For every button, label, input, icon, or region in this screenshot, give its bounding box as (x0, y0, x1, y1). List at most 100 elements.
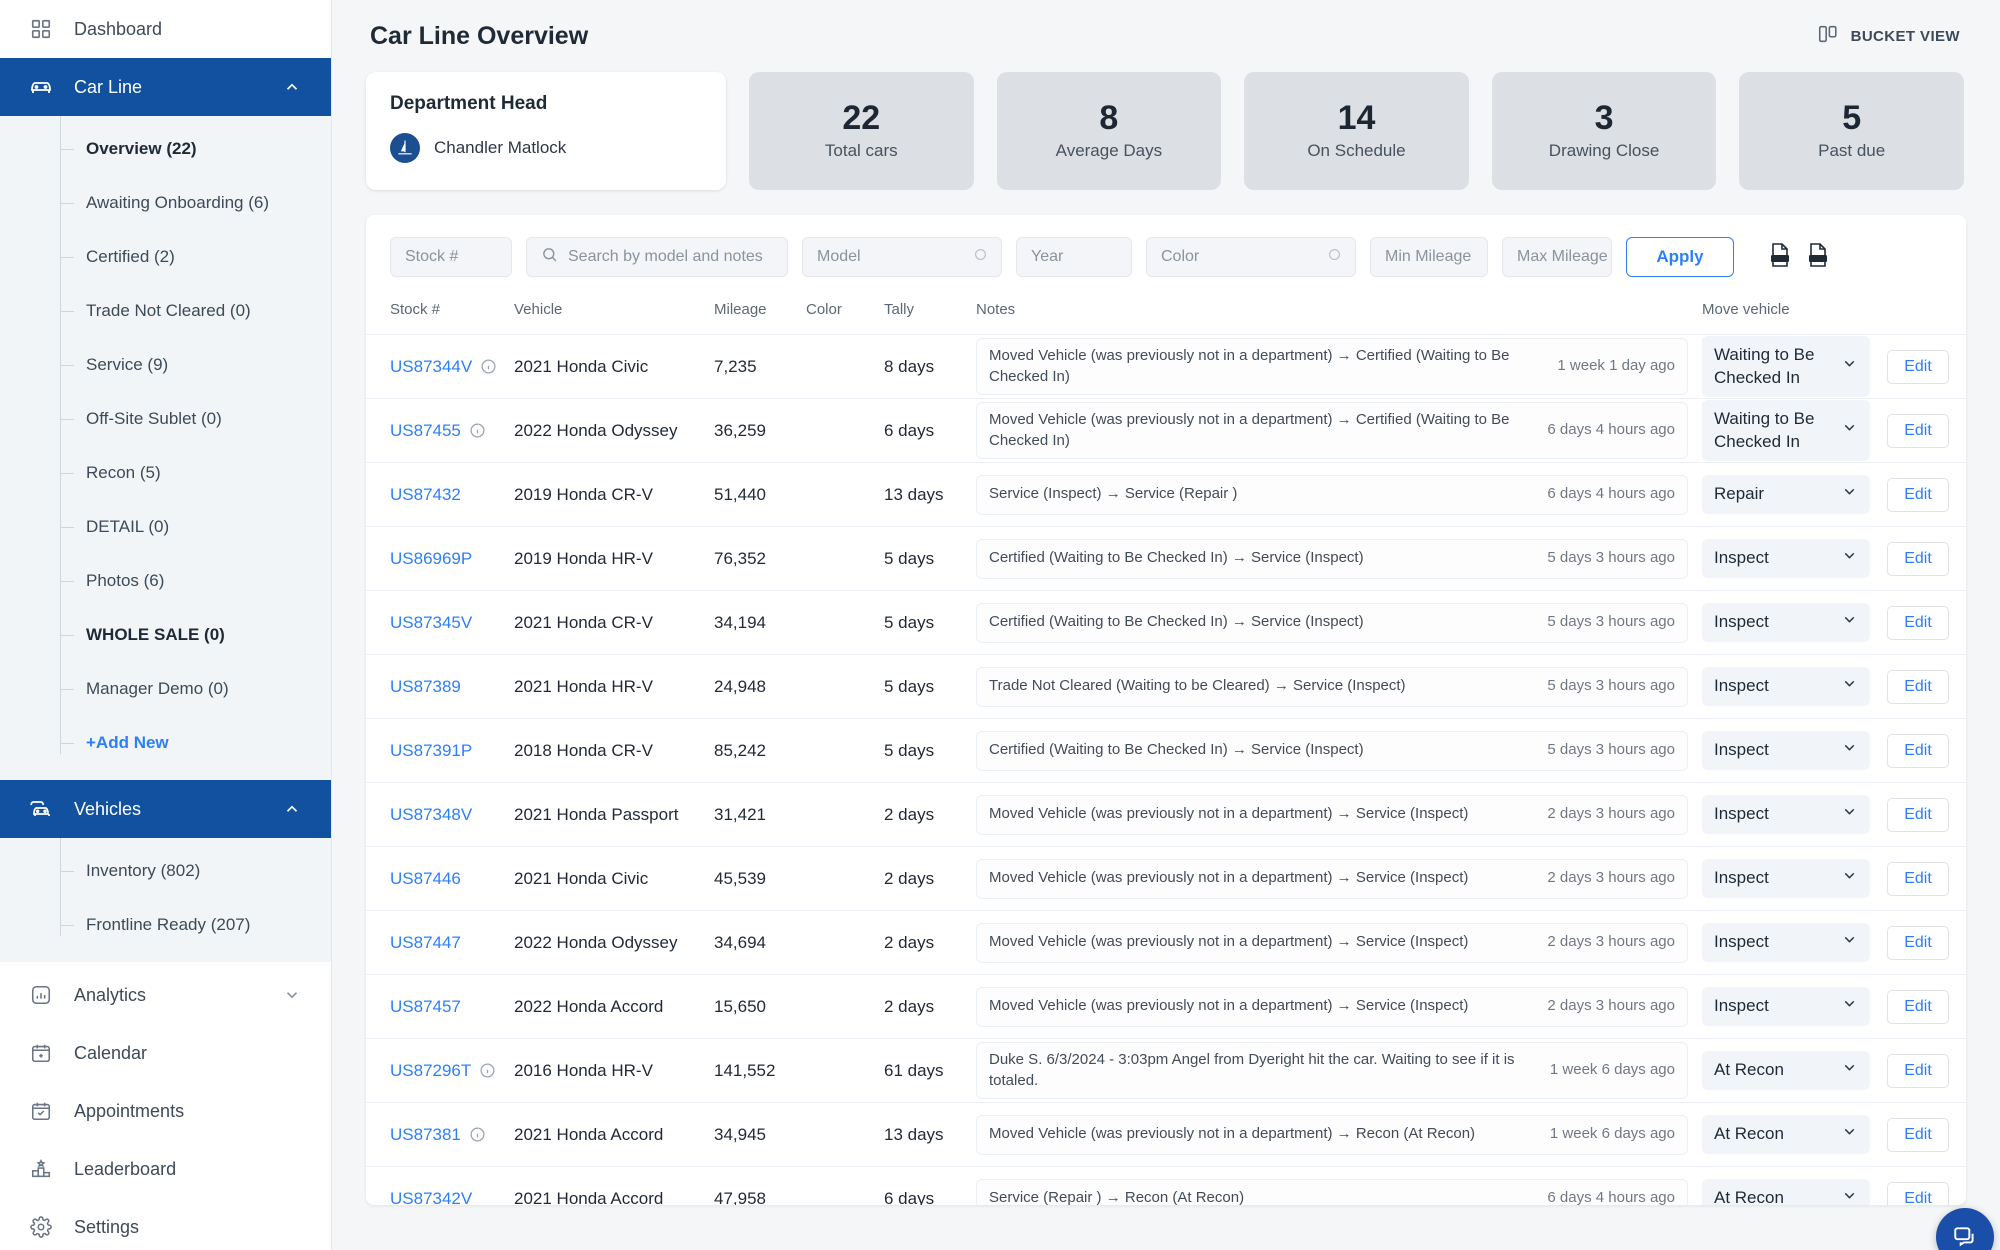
stock-link[interactable]: US87457 (390, 997, 461, 1017)
edit-button[interactable]: Edit (1887, 605, 1949, 640)
cell-move-vehicle: Inspect (1702, 655, 1870, 719)
info-icon[interactable] (469, 1126, 486, 1143)
min-mileage-input[interactable]: Min Mileage (1370, 237, 1488, 277)
column-header-mileage[interactable]: Mileage (714, 295, 806, 335)
sidebar-subitem[interactable]: Overview (22) (0, 122, 331, 176)
edit-button[interactable]: Edit (1887, 541, 1949, 576)
stock-link[interactable]: US87432 (390, 485, 461, 505)
sidebar-subitem[interactable]: Frontline Ready (207) (0, 898, 331, 952)
sidebar-subitem-label: Overview (22) (86, 139, 197, 158)
sidebar-add-new-link[interactable]: +Add New (0, 716, 331, 770)
column-header-notes[interactable]: Notes (976, 295, 1702, 335)
move-vehicle-select[interactable]: Inspect (1702, 602, 1870, 643)
stat-card[interactable]: 14 On Schedule (1244, 72, 1469, 190)
edit-button[interactable]: Edit (1887, 989, 1949, 1024)
move-vehicle-select[interactable]: Inspect (1702, 666, 1870, 707)
edit-button[interactable]: Edit (1887, 477, 1949, 512)
stat-card[interactable]: 5 Past due (1739, 72, 1964, 190)
move-vehicle-select[interactable]: At Recon (1702, 1050, 1870, 1091)
stock-number-input[interactable]: Stock # (390, 237, 512, 277)
chevron-down-icon[interactable] (281, 984, 303, 1006)
sidebar-item-leaderboard[interactable]: Leaderboard (0, 1140, 331, 1198)
move-vehicle-select[interactable]: At Recon (1702, 1178, 1870, 1205)
csv-export-icon[interactable]: CSV (1806, 242, 1830, 273)
move-vehicle-select[interactable]: Waiting to Be Checked In (1702, 400, 1870, 461)
cell-stock: US87381 (366, 1103, 514, 1167)
edit-button[interactable]: Edit (1887, 925, 1949, 960)
move-vehicle-select[interactable]: At Recon (1702, 1114, 1870, 1155)
pdf-export-icon[interactable]: PDF (1768, 242, 1792, 273)
stock-link[interactable]: US87391P (390, 741, 472, 761)
table-row: US87446 2021 Honda Civic 45,539 2 days Moved… (366, 847, 1966, 911)
sidebar-subitem[interactable]: Photos (6) (0, 554, 331, 608)
edit-button[interactable]: Edit (1887, 1181, 1949, 1205)
column-header-tally[interactable]: Tally (884, 295, 976, 335)
move-vehicle-select[interactable]: Inspect (1702, 794, 1870, 835)
stock-link[interactable]: US86969P (390, 549, 472, 569)
info-icon[interactable] (469, 422, 486, 439)
info-icon[interactable] (480, 358, 497, 375)
sidebar-item-car-line[interactable]: Car Line (0, 58, 331, 116)
edit-button[interactable]: Edit (1887, 1117, 1949, 1152)
edit-button[interactable]: Edit (1887, 413, 1949, 448)
column-header-stock[interactable]: Stock # (366, 295, 514, 335)
edit-button[interactable]: Edit (1887, 797, 1949, 832)
move-vehicle-select[interactable]: Waiting to Be Checked In (1702, 336, 1870, 397)
sidebar-item-analytics[interactable]: Analytics (0, 966, 331, 1024)
stock-link[interactable]: US87446 (390, 869, 461, 889)
stock-link[interactable]: US87345V (390, 613, 472, 633)
sidebar-subitem[interactable]: Service (9) (0, 338, 331, 392)
search-icon (541, 246, 558, 268)
edit-button[interactable]: Edit (1887, 733, 1949, 768)
edit-button[interactable]: Edit (1887, 1053, 1949, 1088)
bucket-view-toggle[interactable]: BUCKET VIEW (1817, 23, 1960, 49)
stock-link[interactable]: US87348V (390, 805, 472, 825)
stock-link[interactable]: US87342V (390, 1189, 472, 1206)
move-vehicle-select[interactable]: Inspect (1702, 922, 1870, 963)
stock-link[interactable]: US87447 (390, 933, 461, 953)
move-vehicle-select[interactable]: Inspect (1702, 986, 1870, 1027)
chevron-up-icon[interactable] (281, 798, 303, 820)
sidebar-subitem[interactable]: Recon (5) (0, 446, 331, 500)
edit-button[interactable]: Edit (1887, 669, 1949, 704)
sidebar-subitem[interactable]: Trade Not Cleared (0) (0, 284, 331, 338)
sidebar-item-calendar[interactable]: Calendar (0, 1024, 331, 1082)
sidebar-item-vehicles[interactable]: Vehicles (0, 780, 331, 838)
move-vehicle-select[interactable]: Inspect (1702, 538, 1870, 579)
stat-card[interactable]: 22 Total cars (749, 72, 974, 190)
chevron-up-icon[interactable] (281, 76, 303, 98)
edit-button[interactable]: Edit (1887, 861, 1949, 896)
column-header-color[interactable]: Color (806, 295, 884, 335)
sidebar-subitem[interactable]: Inventory (802) (0, 844, 331, 898)
stock-link[interactable]: US87344V (390, 357, 472, 377)
model-select[interactable]: Model (802, 237, 1002, 277)
search-input[interactable]: Search by model and notes (526, 237, 788, 277)
move-vehicle-select[interactable]: Inspect (1702, 730, 1870, 771)
sidebar-item-appointments[interactable]: Appointments (0, 1082, 331, 1140)
chevron-down-icon (1841, 355, 1858, 378)
info-icon[interactable] (479, 1062, 496, 1079)
sidebar-subitem[interactable]: Off-Site Sublet (0) (0, 392, 331, 446)
stock-link[interactable]: US87381 (390, 1125, 461, 1145)
sidebar-subitem[interactable]: WHOLE SALE (0) (0, 608, 331, 662)
sidebar-subitem[interactable]: DETAIL (0) (0, 500, 331, 554)
chat-bubble-icon[interactable] (1936, 1208, 1994, 1250)
year-input[interactable]: Year (1016, 237, 1132, 277)
stat-card[interactable]: 3 Drawing Close (1491, 72, 1717, 190)
stock-link[interactable]: US87296T (390, 1061, 471, 1081)
sidebar-subitem[interactable]: Certified (2) (0, 230, 331, 284)
stock-link[interactable]: US87389 (390, 677, 461, 697)
sidebar-subitem[interactable]: Manager Demo (0) (0, 662, 331, 716)
move-vehicle-select[interactable]: Inspect (1702, 858, 1870, 899)
move-vehicle-select[interactable]: Repair (1702, 474, 1870, 515)
edit-button[interactable]: Edit (1887, 349, 1949, 384)
color-select[interactable]: Color (1146, 237, 1356, 277)
column-header-vehicle[interactable]: Vehicle (514, 295, 714, 335)
sidebar-item-settings[interactable]: Settings (0, 1198, 331, 1250)
apply-button[interactable]: Apply (1626, 237, 1734, 277)
stat-card[interactable]: 8 Average Days (996, 72, 1222, 190)
max-mileage-input[interactable]: Max Mileage (1502, 237, 1612, 277)
sidebar-item-dashboard[interactable]: Dashboard (0, 0, 331, 58)
sidebar-subitem[interactable]: Awaiting Onboarding (6) (0, 176, 331, 230)
stock-link[interactable]: US87455 (390, 421, 461, 441)
